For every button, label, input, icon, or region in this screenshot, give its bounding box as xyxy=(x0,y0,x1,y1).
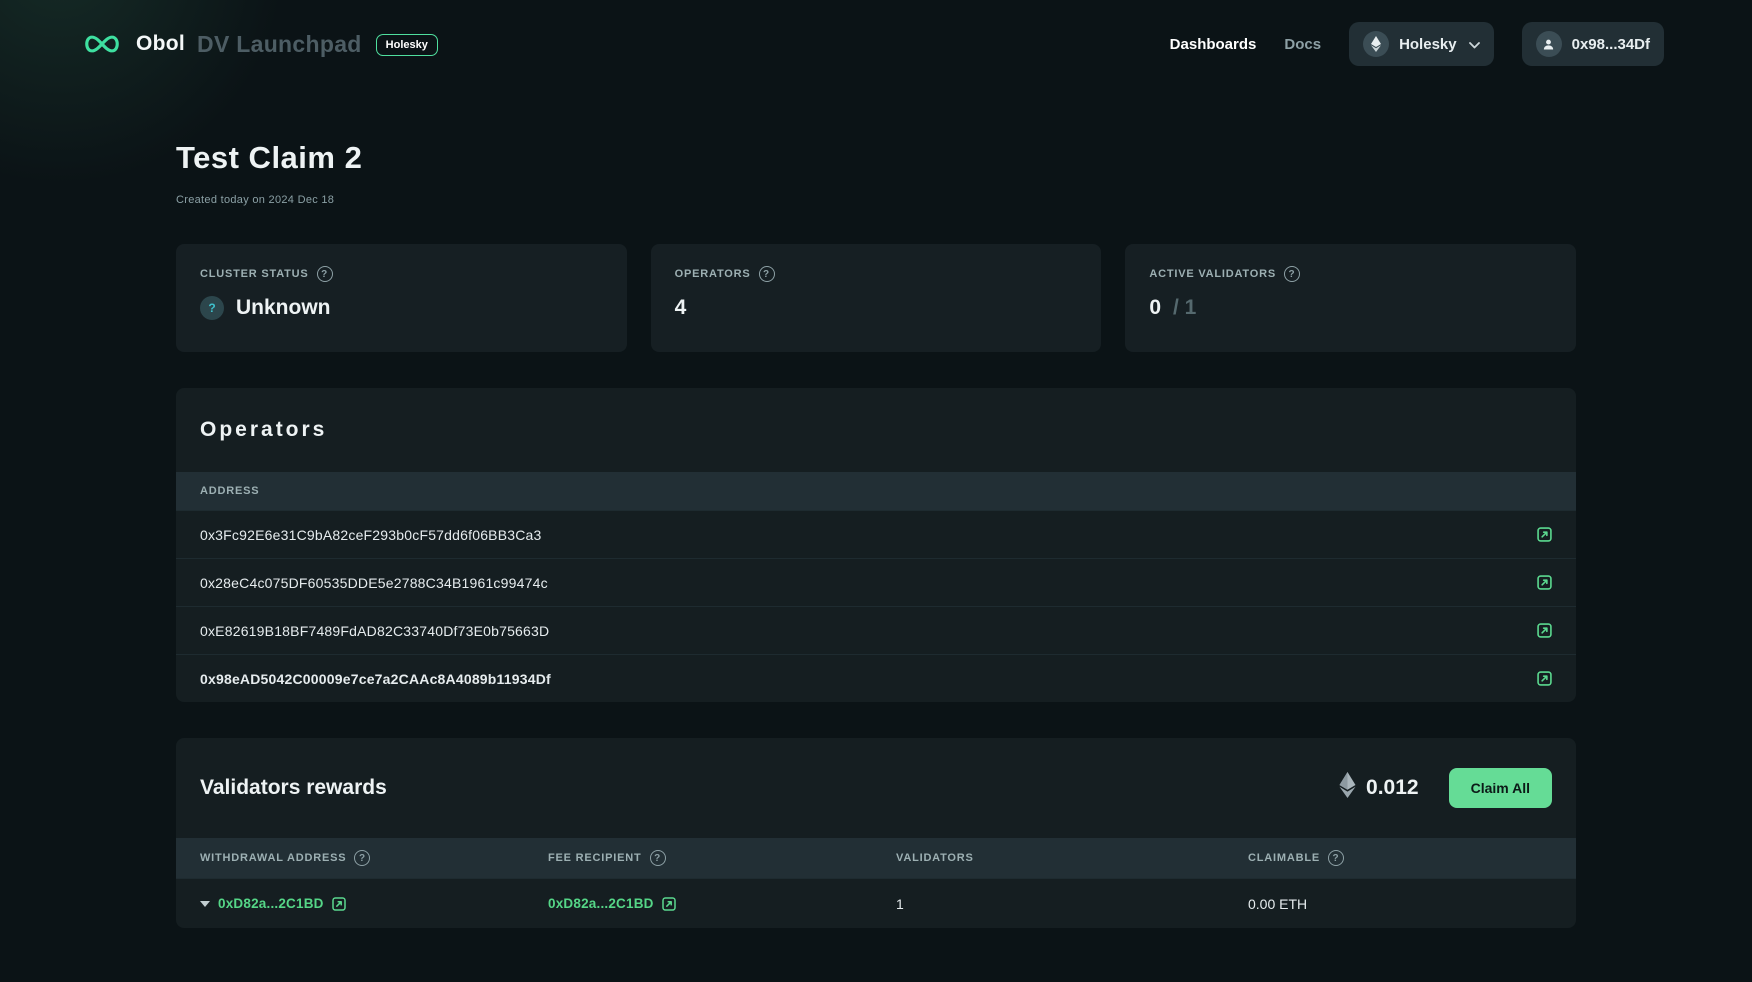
page-subtitle: Created today on 2024 Dec 18 xyxy=(176,194,1576,206)
total-rewards-value: 0.012 xyxy=(1366,776,1419,800)
cluster-status-label-text: Cluster Status xyxy=(200,268,309,280)
fee-recipient-cell: 0xD82a...2C1BD xyxy=(548,896,896,911)
withdrawal-address-column: Withdrawal Address ? xyxy=(200,850,548,866)
help-icon[interactable]: ? xyxy=(1328,850,1344,866)
stats-cards: Cluster Status ? ? Unknown Operators ? 4… xyxy=(176,244,1576,352)
chevron-down-icon xyxy=(1469,37,1480,52)
fee-recipient-column: Fee Recipient ? xyxy=(548,850,896,866)
withdrawal-address-cell: 0xD82a...2C1BD xyxy=(200,896,548,911)
validators-column: Validators xyxy=(896,852,1248,864)
top-bar: Obol DV Launchpad Holesky Dashboards Doc… xyxy=(0,0,1752,88)
operators-panel-title: Operators xyxy=(200,418,327,442)
operators-count: 4 xyxy=(675,296,1078,320)
operator-row: 0x3Fc92E6e31C9bA82ceF293b0cF57dd6f06BB3C… xyxy=(176,510,1576,558)
operators-count-text: 4 xyxy=(675,296,687,320)
validators-rewards-panel: Validators rewards 0.012 Claim All xyxy=(176,738,1576,928)
nav-docs[interactable]: Docs xyxy=(1284,36,1321,53)
validators-column-label: Validators xyxy=(896,852,974,864)
operator-address: 0x3Fc92E6e31C9bA82ceF293b0cF57dd6f06BB3C… xyxy=(200,527,542,543)
active-validators-active: 0 xyxy=(1149,296,1161,320)
claimable-column-label: Claimable xyxy=(1248,852,1320,864)
brand-name: Obol xyxy=(136,32,185,56)
operator-address: 0x28eC4c075DF60535DDE5e2788C34B1961c9947… xyxy=(200,575,548,591)
unknown-status-icon: ? xyxy=(200,296,224,320)
operator-address: 0xE82619B18BF7489FdAD82C33740Df73E0b7566… xyxy=(200,623,549,639)
obol-logo-icon xyxy=(80,32,124,56)
rewards-table-row: 0xD82a...2C1BD 0xD82a...2C1BD 1 0.00 ETH xyxy=(176,878,1576,928)
total-rewards: 0.012 xyxy=(1339,772,1419,804)
active-validators-total: / 1 xyxy=(1173,296,1196,320)
eth-diamond-icon xyxy=(1339,772,1356,804)
external-link-icon[interactable] xyxy=(1537,527,1552,542)
external-link-icon[interactable] xyxy=(662,897,676,911)
operator-address-current-user: 0x98eAD5042C00009e7ce7a2CAAc8A4089b11934… xyxy=(200,671,551,687)
help-icon[interactable]: ? xyxy=(759,266,775,282)
rewards-summary: 0.012 Claim All xyxy=(1339,768,1552,808)
nav-dashboards[interactable]: Dashboards xyxy=(1170,36,1257,53)
operators-panel: Operators Address 0x3Fc92E6e31C9bA82ceF2… xyxy=(176,388,1576,702)
wallet-button[interactable]: 0x98...34Df xyxy=(1522,22,1664,66)
wallet-address: 0x98...34Df xyxy=(1572,36,1650,53)
withdrawal-address-column-label: Withdrawal Address xyxy=(200,852,346,864)
claim-all-button[interactable]: Claim All xyxy=(1449,768,1552,808)
operator-row: 0xE82619B18BF7489FdAD82C33740Df73E0b7566… xyxy=(176,606,1576,654)
external-link-icon[interactable] xyxy=(332,897,346,911)
network-selector-label: Holesky xyxy=(1399,36,1457,53)
user-icon xyxy=(1536,31,1562,57)
cluster-status-value-text: Unknown xyxy=(236,296,331,320)
expand-row-caret-icon[interactable] xyxy=(200,901,210,907)
page-title: Test Claim 2 xyxy=(176,140,1576,176)
rewards-panel-title: Validators rewards xyxy=(200,776,387,800)
help-icon[interactable]: ? xyxy=(317,266,333,282)
cluster-status-card: Cluster Status ? ? Unknown xyxy=(176,244,627,352)
external-link-icon[interactable] xyxy=(1537,623,1552,638)
claimable-cell: 0.00 ETH xyxy=(1248,896,1552,912)
validators-count-cell: 1 xyxy=(896,896,1248,912)
rewards-panel-header: Validators rewards 0.012 Claim All xyxy=(176,738,1576,838)
active-validators-card: Active Validators ? 0 / 1 xyxy=(1125,244,1576,352)
operators-table-header: Address xyxy=(176,472,1576,510)
help-icon[interactable]: ? xyxy=(650,850,666,866)
operators-panel-header: Operators xyxy=(176,388,1576,472)
operators-card-label: Operators ? xyxy=(675,266,1078,282)
operator-row: 0x28eC4c075DF60535DDE5e2788C34B1961c9947… xyxy=(176,558,1576,606)
brand: Obol DV Launchpad Holesky xyxy=(80,31,438,58)
claimable-column: Claimable ? xyxy=(1248,850,1552,866)
withdrawal-address-link[interactable]: 0xD82a...2C1BD xyxy=(218,896,324,911)
external-link-icon[interactable] xyxy=(1537,575,1552,590)
external-link-icon[interactable] xyxy=(1537,671,1552,686)
help-icon[interactable]: ? xyxy=(1284,266,1300,282)
cluster-status-value: ? Unknown xyxy=(200,296,603,320)
help-icon[interactable]: ? xyxy=(354,850,370,866)
active-validators-value: 0 / 1 xyxy=(1149,296,1552,320)
top-nav: Dashboards Docs Holesky 0x98...34Df xyxy=(1170,22,1664,66)
brand-product: DV Launchpad xyxy=(197,31,362,58)
operators-card: Operators ? 4 xyxy=(651,244,1102,352)
active-validators-label: Active Validators ? xyxy=(1149,266,1552,282)
cluster-status-label: Cluster Status ? xyxy=(200,266,603,282)
rewards-table-header: Withdrawal Address ? Fee Recipient ? Val… xyxy=(176,838,1576,878)
ethereum-icon xyxy=(1363,31,1389,57)
operator-row: 0x98eAD5042C00009e7ce7a2CAAc8A4089b11934… xyxy=(176,654,1576,702)
active-validators-label-text: Active Validators xyxy=(1149,268,1276,280)
fee-recipient-column-label: Fee Recipient xyxy=(548,852,642,864)
network-badge: Holesky xyxy=(376,34,438,56)
fee-recipient-link[interactable]: 0xD82a...2C1BD xyxy=(548,896,654,911)
main-content: Test Claim 2 Created today on 2024 Dec 1… xyxy=(176,140,1576,928)
network-selector-button[interactable]: Holesky xyxy=(1349,22,1494,66)
operators-label-text: Operators xyxy=(675,268,751,280)
